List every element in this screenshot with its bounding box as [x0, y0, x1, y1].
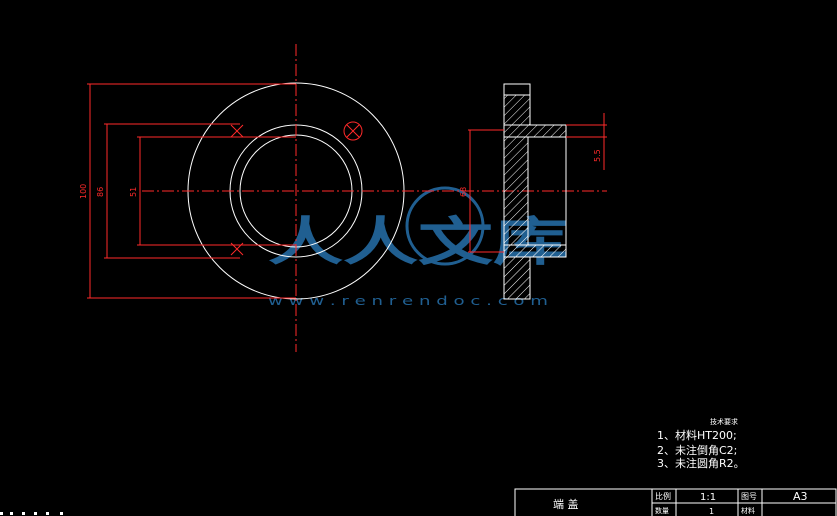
title-quantity-label: 数量 — [655, 506, 669, 515]
section-hub-upper — [503, 124, 567, 138]
tech-req-title: 技术要求 — [710, 417, 738, 426]
title-part-name: 端 盖 — [553, 497, 579, 511]
dim-bolt-circle: 86 — [96, 187, 105, 197]
section-hub-lower — [503, 244, 567, 258]
title-scale-value: 1:1 — [700, 492, 716, 503]
dim-section-height: 5.5 — [593, 149, 602, 162]
technical-requirements: 技术要求 1、材料HT200; 2、未注倒角C2; 3、未注圆角R2。 — [657, 417, 745, 470]
dim-inner-diameter: 51 — [129, 187, 138, 197]
tech-req-item-3: 3、未注圆角R2。 — [657, 456, 745, 470]
bottom-edge-marks — [0, 512, 63, 515]
section-flange-top — [503, 83, 531, 96]
title-drawing-no-label: 图号 — [741, 492, 757, 501]
dim-section-bore: 68 — [459, 187, 468, 197]
cad-drawing: 人人文库 w w w . r e n r e n d o c . c o m 1… — [0, 44, 837, 516]
title-sheet-size: A3 — [793, 490, 808, 503]
front-dimension-labels: 100 86 51 — [79, 184, 138, 199]
title-material-label: 材料 — [741, 506, 755, 515]
title-scale-label: 比例 — [655, 491, 671, 501]
title-quantity-value: 1 — [709, 507, 714, 516]
dim-outer-diameter: 100 — [79, 184, 88, 199]
section-flange-upper — [503, 94, 531, 126]
tech-req-item-1: 1、材料HT200; — [657, 428, 737, 442]
hole-mark-top-left — [230, 124, 244, 138]
section-body — [503, 136, 529, 246]
hole-mark-cross — [346, 124, 360, 138]
tech-req-item-2: 2、未注倒角C2; — [657, 443, 737, 457]
section-flange-lower — [503, 256, 531, 300]
